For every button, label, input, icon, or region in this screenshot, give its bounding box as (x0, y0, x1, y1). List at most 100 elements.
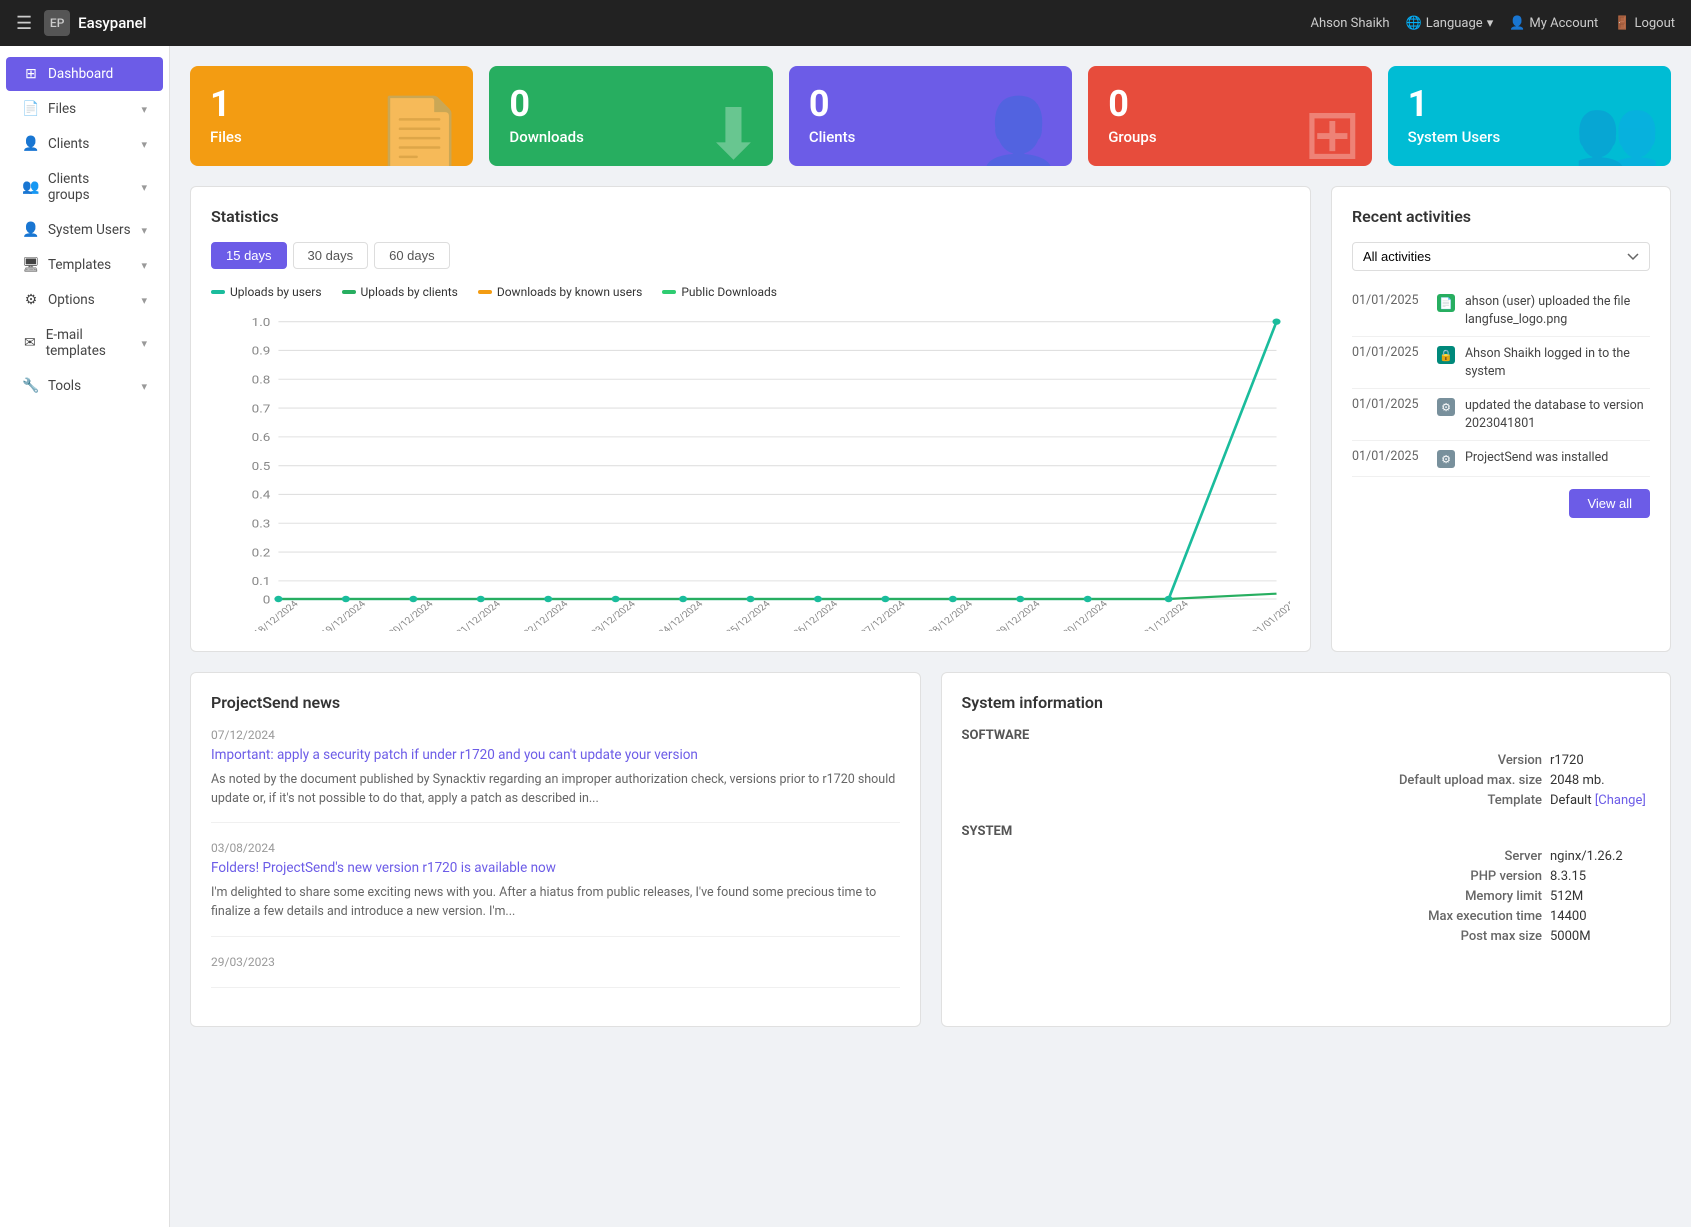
template-change-link[interactable]: [Change] (1595, 793, 1646, 808)
sysinfo-upload-label: Default upload max. size (1382, 773, 1542, 788)
activity-date-2: 01/01/2025 (1352, 397, 1427, 432)
sidebar-item-dashboard[interactable]: ⊞ Dashboard (6, 57, 163, 91)
clients-count: 0 (809, 86, 856, 122)
sidebar-label-options: Options (48, 292, 95, 308)
news-date-2: 29/03/2023 (211, 955, 900, 969)
time-btn-60[interactable]: 60 days (374, 242, 450, 269)
svg-text:27/12/2024: 27/12/2024 (859, 599, 909, 631)
news-link-1[interactable]: Folders! ProjectSend's new version r1720… (211, 859, 900, 878)
sidebar-item-tools[interactable]: 🔧 Tools ▾ (6, 369, 163, 403)
activity-date-0: 01/01/2025 (1352, 293, 1427, 328)
statistics-title: Statistics (211, 207, 1290, 226)
files-card-icon: 📄 (376, 94, 463, 166)
legend-label-public-downloads: Public Downloads (681, 285, 777, 299)
activity-item-1: 01/01/2025 🔒 Ahson Shaikh logged in to t… (1352, 337, 1650, 389)
stat-card-files[interactable]: 1 Files 📄 (190, 66, 473, 166)
stat-card-downloads[interactable]: 0 Downloads ⬇ (489, 66, 772, 166)
svg-text:0.3: 0.3 (252, 518, 271, 530)
stat-card-system-users[interactable]: 1 System Users 👥 (1388, 66, 1671, 166)
svg-text:19/12/2024: 19/12/2024 (319, 599, 369, 631)
sidebar-item-system-users[interactable]: 👤 System Users ▾ (6, 213, 163, 247)
legend-color-downloads-known (478, 290, 492, 294)
legend-downloads-known: Downloads by known users (478, 285, 643, 299)
navbar: ☰ EP Easypanel Ahson Shaikh 🌐 Language ▾… (0, 0, 1691, 46)
activity-date-1: 01/01/2025 (1352, 345, 1427, 380)
sidebar-item-clients[interactable]: 👤 Clients ▾ (6, 127, 163, 161)
downloads-card-icon: ⬇ (704, 93, 763, 166)
hamburger-icon[interactable]: ☰ (16, 13, 32, 34)
sysinfo-template-row: Template Default [Change] (962, 793, 1651, 808)
stat-card-groups[interactable]: 0 Groups ⊞ (1088, 66, 1371, 166)
svg-text:20/12/2024: 20/12/2024 (387, 599, 437, 631)
sidebar-item-email-templates[interactable]: ✉ E-mail templates ▾ (6, 318, 163, 368)
news-link-0[interactable]: Important: apply a security patch if und… (211, 746, 900, 765)
sysinfo-version-row: Version r1720 (962, 753, 1651, 768)
stat-card-clients[interactable]: 0 Clients 👤 (789, 66, 1072, 166)
activity-icon-0: 📄 (1437, 294, 1455, 312)
tools-icon: 🔧 (22, 378, 40, 394)
news-desc-0: As noted by the document published by Sy… (211, 771, 900, 809)
sidebar-label-files: Files (48, 101, 76, 117)
sysinfo-php-value: 8.3.15 (1550, 869, 1650, 884)
templates-icon: 🖥 (22, 257, 40, 273)
sysinfo-maxexec-row: Max execution time 14400 (962, 909, 1651, 924)
chevron-right-icon: ▾ (141, 138, 147, 151)
chevron-right-icon: ▾ (141, 103, 147, 116)
chevron-right-icon: ▾ (141, 294, 147, 307)
news-item-2: 29/03/2023 (211, 955, 900, 988)
sysinfo-server-value: nginx/1.26.2 (1550, 849, 1650, 864)
time-btn-30[interactable]: 30 days (293, 242, 369, 269)
brand: EP Easypanel (44, 10, 146, 36)
chart-svg: 1.0 0.9 0.8 0.7 0.6 0.5 0.4 0.3 0.2 0.1 … (211, 311, 1290, 631)
sysinfo-memory-value: 512M (1550, 889, 1650, 904)
software-section-title: SOFTWARE (962, 728, 1651, 743)
time-btn-15[interactable]: 15 days (211, 242, 287, 269)
svg-text:21/12/2024: 21/12/2024 (454, 599, 504, 631)
clients-card-icon: 👤 (975, 94, 1062, 166)
sidebar-item-options[interactable]: ⚙ Options ▾ (6, 283, 163, 317)
svg-text:0.2: 0.2 (252, 547, 271, 559)
sysinfo-upload-row: Default upload max. size 2048 mb. (962, 773, 1651, 788)
legend-color-uploads-clients (342, 290, 356, 294)
recent-activities-title: Recent activities (1352, 207, 1650, 226)
svg-text:18/12/2024: 18/12/2024 (252, 599, 302, 631)
clients-groups-icon: 👥 (22, 179, 40, 195)
sidebar-label-clients: Clients (48, 136, 89, 152)
clients-icon: 👤 (22, 136, 40, 152)
legend-uploads-users: Uploads by users (211, 285, 322, 299)
sysinfo-template-label: Template (1382, 793, 1542, 808)
sidebar-label-dashboard: Dashboard (48, 66, 113, 82)
news-item-1: 03/08/2024 Folders! ProjectSend's new ve… (211, 841, 900, 936)
activities-filter[interactable]: All activities Files Clients System User… (1352, 242, 1650, 285)
sidebar-label-system-users: System Users (48, 222, 131, 238)
brand-name: Easypanel (78, 14, 146, 32)
sidebar-item-templates[interactable]: 🖥 Templates ▾ (6, 248, 163, 282)
news-date-1: 03/08/2024 (211, 841, 900, 855)
svg-text:25/12/2024: 25/12/2024 (724, 599, 774, 631)
svg-text:30/12/2024: 30/12/2024 (1061, 599, 1111, 631)
navbar-account[interactable]: 👤 My Account (1509, 16, 1598, 31)
legend-label-uploads-users: Uploads by users (230, 285, 322, 299)
sidebar-item-clients-groups[interactable]: 👥 Clients groups ▾ (6, 162, 163, 212)
activity-item-0: 01/01/2025 📄 ahson (user) uploaded the f… (1352, 285, 1650, 337)
sysinfo-postmax-value: 5000M (1550, 929, 1650, 944)
navbar-language[interactable]: 🌐 Language ▾ (1406, 16, 1494, 31)
chevron-right-icon: ▾ (141, 380, 147, 393)
svg-text:22/12/2024: 22/12/2024 (522, 599, 572, 631)
activities-filter-select[interactable]: All activities Files Clients System User… (1352, 242, 1650, 271)
activity-icon-1: 🔒 (1437, 346, 1455, 364)
navbar-logout[interactable]: 🚪 Logout (1614, 16, 1675, 31)
svg-text:31/12/2024: 31/12/2024 (1142, 599, 1192, 631)
news-item-0: 07/12/2024 Important: apply a security p… (211, 728, 900, 823)
activity-icon-3: ⚙ (1437, 450, 1455, 468)
sidebar-item-files[interactable]: 📄 Files ▾ (6, 92, 163, 126)
statistics-panel: Statistics 15 days 30 days 60 days Uploa… (190, 186, 1311, 652)
sysinfo-postmax-label: Post max size (1382, 929, 1542, 944)
activity-item-3: 01/01/2025 ⚙ ProjectSend was installed (1352, 441, 1650, 477)
sysinfo-postmax-row: Post max size 5000M (962, 929, 1651, 944)
sysinfo-memory-label: Memory limit (1382, 889, 1542, 904)
system-users-count: 1 (1408, 86, 1501, 122)
dashboard-icon: ⊞ (22, 66, 40, 82)
view-all-button[interactable]: View all (1569, 489, 1650, 518)
system-users-icon: 👤 (22, 222, 40, 238)
